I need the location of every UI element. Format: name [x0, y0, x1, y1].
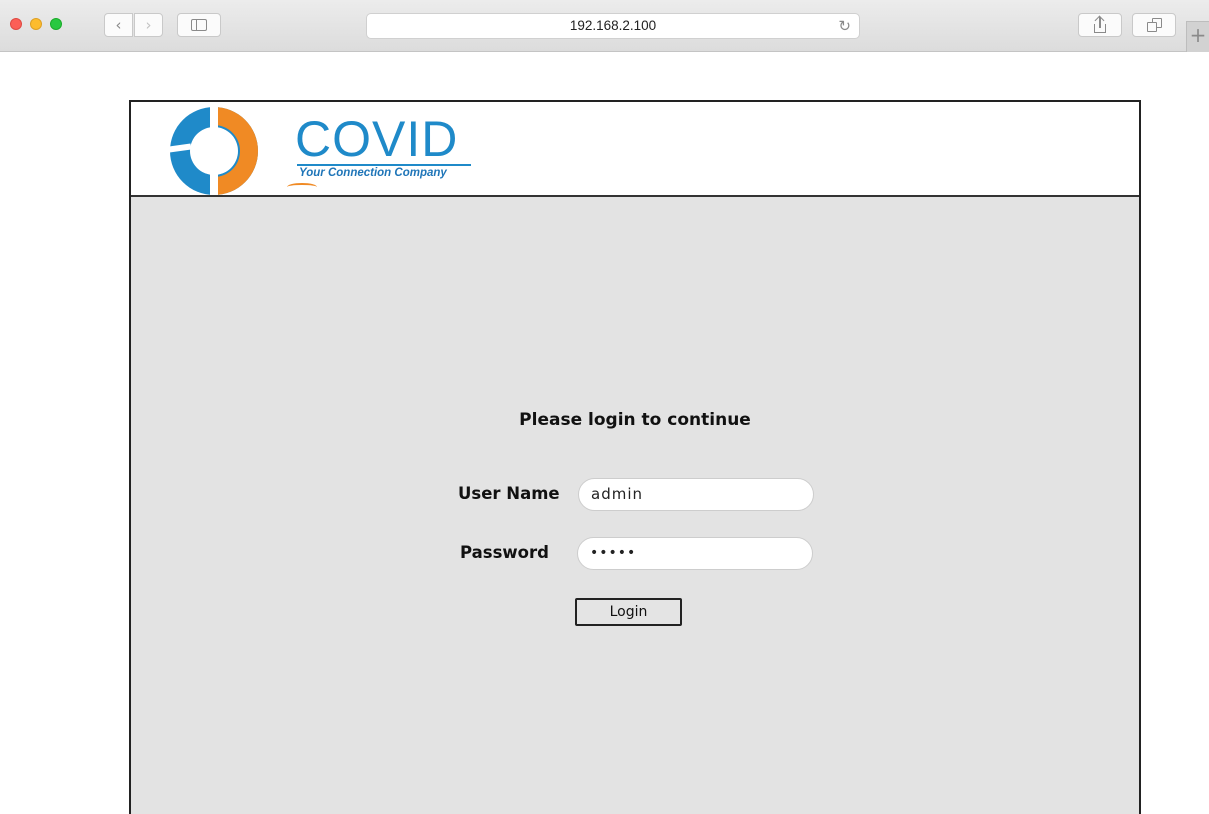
url-text[interactable]: 192.168.2.100	[367, 14, 859, 38]
tabs-icon	[1146, 18, 1162, 32]
address-bar[interactable]: 192.168.2.100 ↻	[366, 13, 860, 39]
login-title: Please login to continue	[519, 410, 751, 430]
reload-icon[interactable]: ↻	[838, 16, 851, 36]
show-tabs-button[interactable]	[1132, 13, 1176, 37]
username-input[interactable]: admin	[578, 478, 814, 511]
logo-wordmark: COVID	[295, 111, 459, 167]
new-tab-icon[interactable]: +	[1186, 21, 1209, 52]
share-button[interactable]	[1078, 13, 1122, 37]
logo-underline	[297, 164, 471, 166]
login-heading-wrap: Please login to continue	[131, 409, 1139, 431]
password-label: Password	[460, 543, 549, 562]
username-row: User Name admin	[131, 476, 1139, 512]
sidebar-icon	[191, 19, 207, 31]
back-button[interactable]: ‹	[104, 13, 133, 37]
logo-ring-icon	[169, 105, 258, 195]
minimize-window-button[interactable]	[30, 18, 42, 30]
forward-icon: ›	[145, 16, 152, 34]
username-label: User Name	[458, 484, 560, 503]
page-header: COVID Your Connection Company	[131, 102, 1139, 197]
router-login-page: COVID Your Connection Company Please log…	[129, 100, 1141, 814]
share-icon	[1093, 15, 1107, 33]
logo-swoosh	[287, 183, 317, 191]
password-row: Password •••••	[131, 535, 1139, 571]
covid-logo: COVID Your Connection Company	[169, 105, 471, 195]
browser-toolbar: ‹ › 192.168.2.100 ↻ +	[0, 0, 1209, 52]
password-input[interactable]: •••••	[577, 537, 813, 570]
close-window-button[interactable]	[10, 18, 22, 30]
login-button[interactable]: Login	[575, 598, 682, 626]
forward-button[interactable]: ›	[134, 13, 163, 37]
sidebar-button[interactable]	[177, 13, 221, 37]
logo-tagline: Your Connection Company	[299, 167, 447, 179]
back-icon: ‹	[115, 16, 122, 34]
zoom-window-button[interactable]	[50, 18, 62, 30]
